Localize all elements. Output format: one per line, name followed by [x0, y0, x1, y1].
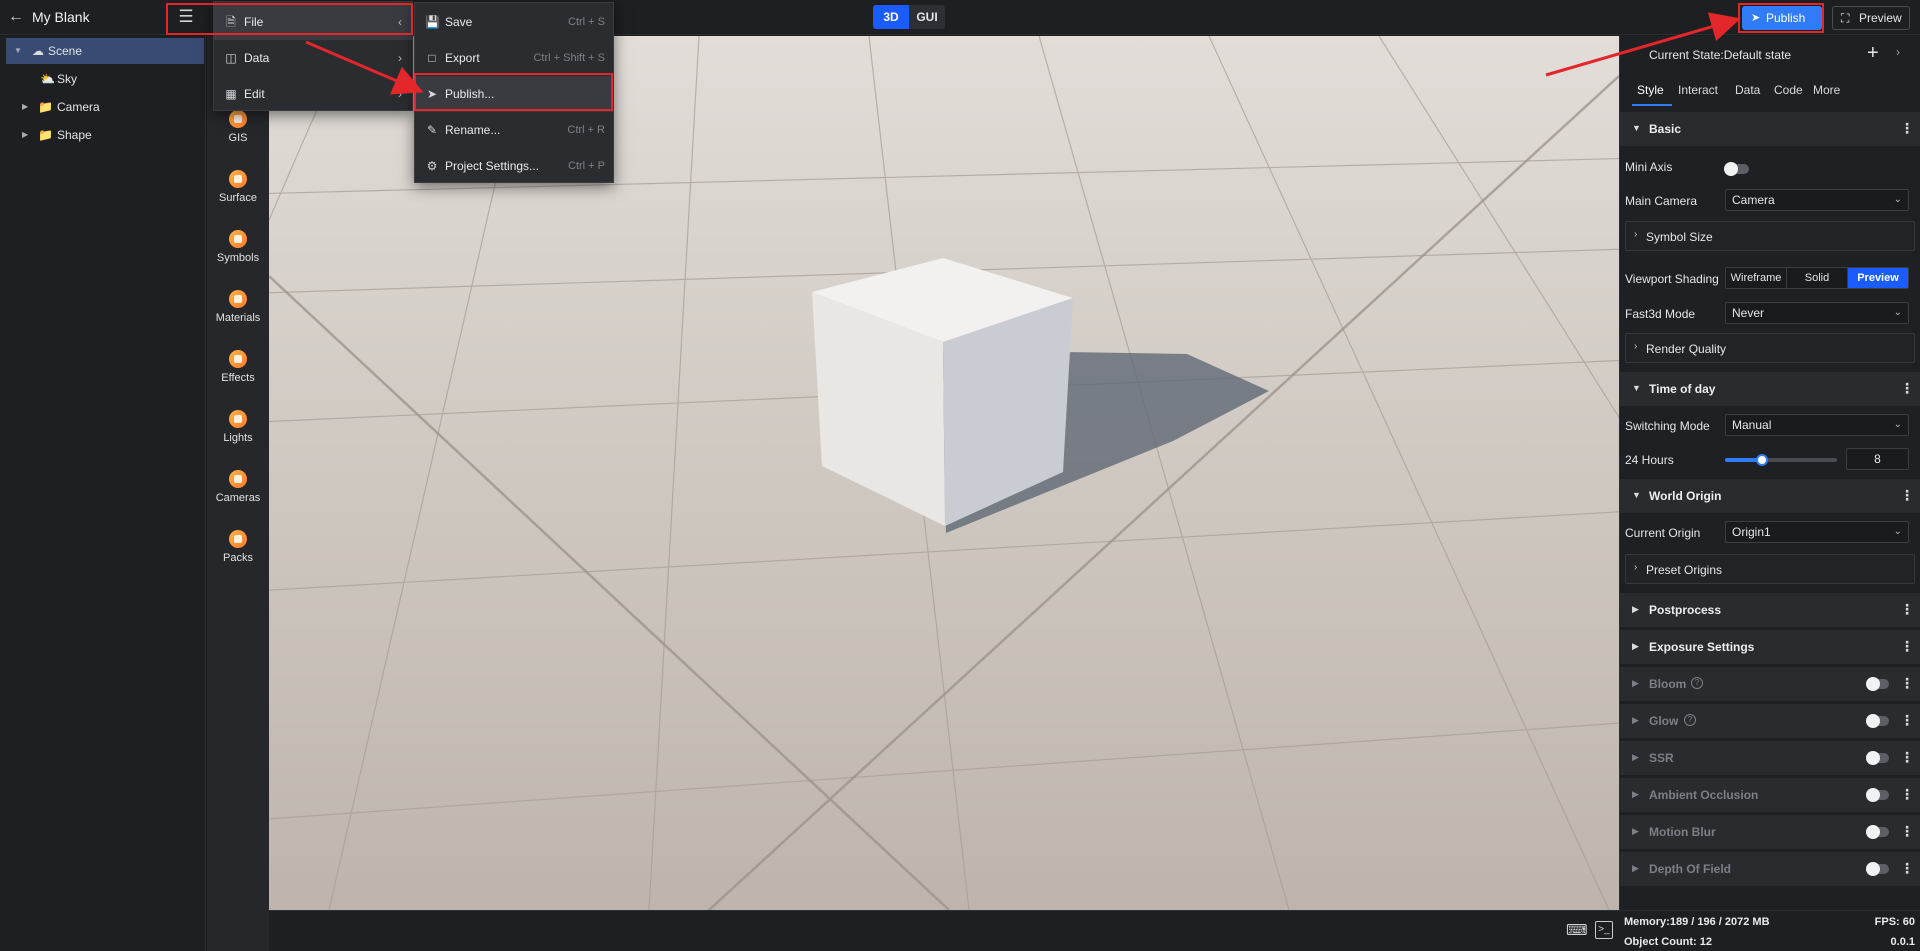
arrow-to-publish-item	[305, 40, 424, 95]
arrow-to-publish-button	[1545, 12, 1741, 77]
annotation-arrows	[305, 12, 1741, 95]
